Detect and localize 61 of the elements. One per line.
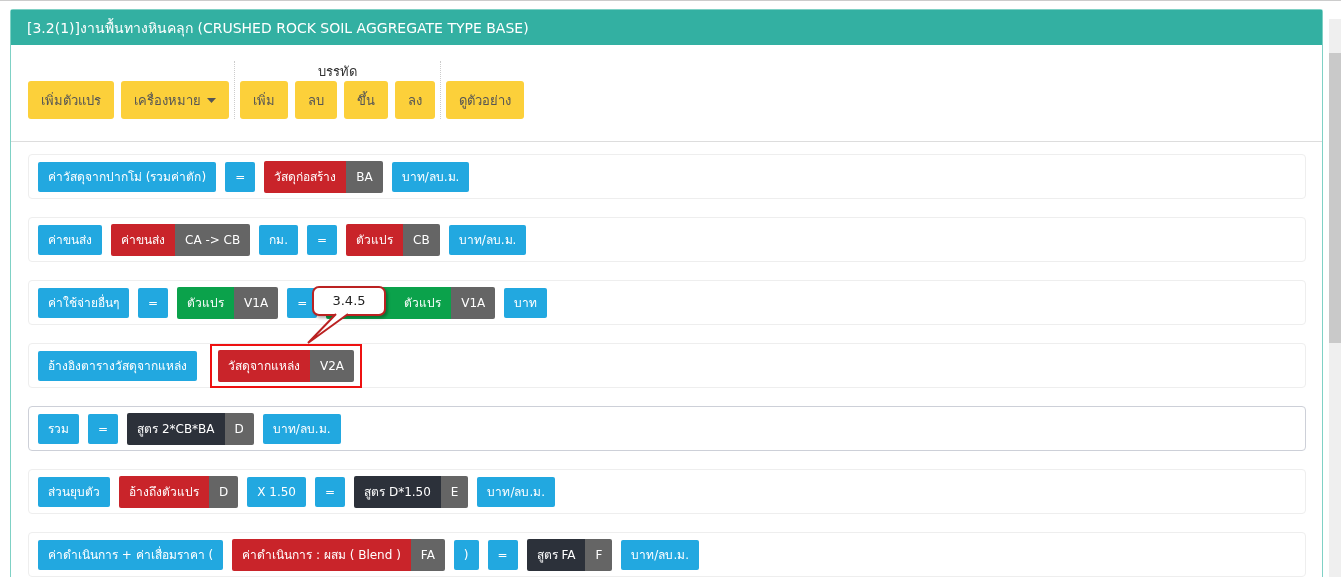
variable-chip[interactable]: ตัวแปร <box>346 223 404 256</box>
toolbar-button[interactable]: ลบ <box>295 81 337 119</box>
label-chip[interactable]: ค่าใช้จ่ายอื่นๆ <box>38 287 129 318</box>
variable-chip[interactable]: ตัวแปร <box>177 286 235 319</box>
formula-row[interactable]: ส่วนยุบตัว อ้างถึงตัวแปร D X 1.50 = สูตร D*1.50 E บาท/ลบ.ม. <box>28 469 1306 514</box>
label-chip[interactable]: = <box>88 413 119 444</box>
variable-chip[interactable]: ค่าขนส่ง <box>111 223 175 256</box>
variable-chip[interactable]: วัสดุจากแหล่ง <box>218 349 310 382</box>
label-chip[interactable]: กม. <box>259 224 299 255</box>
formula-row[interactable]: ค่าวัสดุจากปากโม่ (รวมค่าตัก) = วัสดุก่อสร้าง BA บาท/ลบ.ม. <box>28 154 1306 199</box>
variable-code[interactable]: D <box>224 412 254 445</box>
scrollbar-thumb[interactable] <box>1329 53 1341 343</box>
formula-row[interactable]: ค่าดำเนินการ + ค่าเสื่อมราคา ( ค่าดำเนินการ : ผสม ( Blend ) FA ) = สูตร FA F บาท/ลบ.ม. <box>28 532 1306 577</box>
variable-chip[interactable]: ตัวแปร <box>400 286 452 319</box>
variable-code[interactable]: CA -> CB <box>175 223 251 256</box>
variable-chip[interactable]: สูตร D*1.50 <box>354 475 441 508</box>
variable-code[interactable]: CB <box>403 223 440 256</box>
label-chip[interactable]: = <box>225 161 256 192</box>
variable-code[interactable]: F <box>585 538 613 571</box>
label-chip[interactable]: = <box>287 287 318 318</box>
variable-chip[interactable]: สูตร FA <box>526 538 586 571</box>
formula-row[interactable]: รวม = สูตร 2*CB*BA D บาท/ลบ.ม. <box>28 406 1306 451</box>
label-chip[interactable]: = <box>315 476 346 507</box>
variable-code[interactable]: BA <box>346 160 383 193</box>
label-chip[interactable]: บาท/ลบ.ม. <box>262 413 341 444</box>
variable-code[interactable]: V2A <box>310 349 355 382</box>
toolbar-button[interactable]: ลง <box>395 81 435 119</box>
variable-code[interactable]: V1A <box>451 286 496 319</box>
label-chip[interactable]: บาท/ลบ.ม. <box>477 476 556 507</box>
label-chip[interactable]: ค่าวัสดุจากปากโม่ (รวมค่าตัก) <box>38 161 217 192</box>
toolbar-button[interactable]: ดูตัวอย่าง <box>446 81 524 119</box>
variable-code[interactable]: D <box>209 475 239 508</box>
toolbar-button[interactable]: เพิ่ม <box>240 81 288 119</box>
variable-code[interactable]: E <box>440 475 469 508</box>
label-chip[interactable]: บาท/ลบ.ม. <box>621 539 699 570</box>
label-chip[interactable]: = <box>487 539 518 570</box>
label-chip[interactable]: ค่าขนส่ง <box>38 224 102 255</box>
toolbar-button[interactable]: ขึ้น <box>344 81 388 119</box>
label-chip[interactable]: บาท/ลบ.ม. <box>448 224 527 255</box>
panel-title: [3.2(1)]งานพื้นทางหินคลุก (CRUSHED ROCK SOIL AGGREGATE TYPE BASE) <box>27 17 529 39</box>
variable-chip[interactable]: สูตร 2*CB*BA <box>127 412 225 445</box>
callout-tooltip: 3.4.5 <box>312 285 386 316</box>
variable-chip[interactable]: อ้างถึงตัวแปร <box>119 475 209 508</box>
group-heading: บรรทัด <box>318 64 357 79</box>
formula-row[interactable]: ค่าขนส่ง ค่าขนส่ง CA -> CB กม. = ตัวแปร CB บาท/ลบ.ม. <box>28 217 1306 262</box>
label-chip[interactable]: ค่าดำเนินการ + ค่าเสื่อมราคา ( <box>38 539 224 570</box>
label-chip[interactable]: = <box>138 287 169 318</box>
label-chip[interactable]: บาท/ลบ.ม. <box>391 161 470 192</box>
variable-code[interactable]: V1A <box>234 286 279 319</box>
variable-chip[interactable]: วัสดุก่อสร้าง <box>264 160 347 193</box>
label-chip[interactable]: X 1.50 <box>247 476 306 507</box>
label-chip[interactable]: ส่วนยุบตัว <box>38 476 110 507</box>
label-chip[interactable]: = <box>307 224 338 255</box>
label-chip[interactable]: ) <box>453 539 479 570</box>
label-chip[interactable]: รวม <box>38 413 79 444</box>
toolbar-button[interactable]: เครื่องหมาย <box>121 81 229 119</box>
label-chip[interactable]: บาท <box>504 287 548 318</box>
toolbar-button[interactable]: เพิ่มตัวแปร <box>28 81 114 119</box>
variable-chip[interactable]: ค่าดำเนินการ : ผสม ( Blend ) <box>232 538 411 571</box>
label-chip[interactable]: อ้างอิงตารางวัสดุจากแหล่ง <box>38 350 197 381</box>
variable-code[interactable]: FA <box>410 538 445 571</box>
